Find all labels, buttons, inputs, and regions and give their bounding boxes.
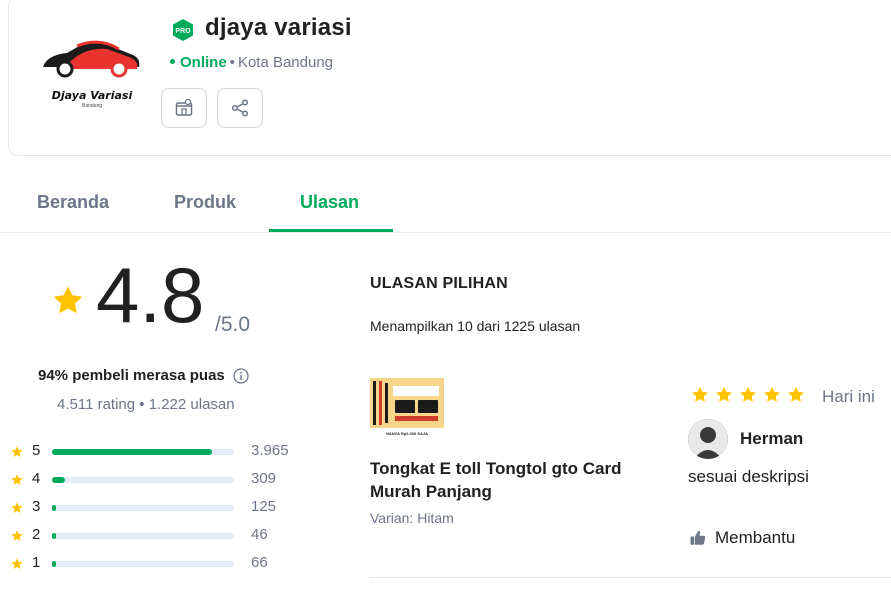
reviews-heading: ULASAN PILIHAN: [370, 275, 508, 292]
rating-row-bar: [52, 477, 234, 483]
tab-beranda[interactable]: Beranda: [37, 192, 109, 213]
rating-count: 4.511 rating • 1.222 ulasan: [57, 396, 235, 413]
reviews-summary: Menampilkan 10 dari 1225 ulasan: [370, 318, 581, 334]
small-star-icon: [11, 474, 23, 485]
product-variant: Varian: Hitam: [370, 510, 454, 526]
rating-row-bar-fill: [52, 505, 56, 511]
rating-max: /5.0: [215, 313, 251, 336]
rating-row-bar: [52, 561, 234, 567]
shop-location: Kota Bandung: [237, 54, 334, 71]
online-status: Online: [180, 54, 227, 71]
tab-produk[interactable]: Produk: [174, 192, 236, 213]
rating-row-count: 66: [251, 554, 268, 571]
star-icon: [692, 386, 708, 402]
rating-row-4[interactable]: 4 309: [10, 469, 310, 489]
rating-row-count: 309: [251, 470, 277, 487]
shop-header-card: Djaya Variasi Bandung PRO djaya variasi …: [8, 0, 891, 156]
rating-row-stars: 3: [32, 498, 41, 515]
star-icon: [788, 386, 804, 402]
shop-tabs: Beranda Produk Ulasan: [0, 170, 891, 233]
rating-row-count: 3.965: [251, 442, 289, 459]
small-star-icon: [11, 446, 23, 457]
rating-row-stars: 1: [32, 554, 41, 571]
rating-row-stars: 2: [32, 526, 41, 543]
logo-text: Djaya Variasi: [51, 89, 133, 102]
rating-row-1[interactable]: 1 66: [10, 553, 310, 573]
pro-badge-text: PRO: [175, 28, 191, 35]
product-title[interactable]: Tongkat E toll Tongtol gto Card Murah Pa…: [370, 457, 630, 503]
share-button[interactable]: [217, 88, 263, 128]
store-info-icon: [175, 98, 193, 116]
rating-value: 4.8: [96, 251, 205, 339]
online-dot-icon: [170, 58, 175, 64]
helpful-label: Membantu: [715, 528, 796, 547]
rating-row-bar: [52, 449, 234, 455]
rating-row-bar-fill: [52, 561, 56, 567]
small-star-icon: [11, 558, 23, 569]
rating-row-5[interactable]: 5 3.965: [10, 441, 310, 461]
shop-status-line: Online • Kota Bandung: [170, 54, 333, 71]
avatar-image: [688, 419, 728, 459]
info-icon[interactable]: [233, 367, 249, 384]
review-text: sesuai deskripsi: [688, 467, 809, 486]
shop-name: djaya variasi: [205, 14, 352, 41]
product-thumb-caption: HANYA Rp2.000 SAJA: [386, 431, 428, 436]
satisfaction-label: 94% pembeli merasa puas: [38, 367, 225, 384]
rating-row-bar-fill: [52, 533, 56, 539]
satisfaction-text: 94% pembeli merasa puas: [38, 367, 249, 384]
rating-star-icon: [54, 287, 82, 313]
car-logo-icon: [43, 40, 140, 78]
rating-row-3[interactable]: 3 125: [10, 497, 310, 517]
logo-subtext: Bandung: [81, 103, 103, 109]
rating-row-count: 46: [251, 526, 268, 543]
small-star-icon: [11, 502, 23, 513]
rating-row-stars: 5: [32, 442, 41, 459]
shop-info-button[interactable]: [161, 88, 207, 128]
active-tab-indicator: [269, 229, 393, 232]
rating-row-2[interactable]: 2 46: [10, 525, 310, 545]
review-time: Hari ini: [822, 387, 875, 406]
rating-row-bar-fill: [52, 477, 65, 483]
rating-row-stars: 4: [32, 470, 41, 487]
reviewer-name: Herman: [740, 429, 804, 448]
star-icon: [716, 386, 732, 402]
thumbs-up-icon: [690, 531, 706, 545]
shop-logo[interactable]: Djaya Variasi Bandung: [37, 33, 147, 123]
star-icon: [764, 386, 780, 402]
reviewer-avatar[interactable]: [688, 419, 728, 459]
helpful-button[interactable]: Membantu: [689, 528, 795, 548]
star-icon: [740, 386, 756, 402]
product-thumbnail[interactable]: HANYA Rp2.000 SAJA: [370, 378, 444, 440]
separator-dot: •: [229, 54, 235, 71]
rating-row-bar-fill: [52, 449, 212, 455]
small-star-icon: [11, 530, 23, 541]
pro-badge-icon: PRO: [173, 19, 193, 41]
tab-ulasan[interactable]: Ulasan: [300, 192, 359, 213]
rating-row-bar: [52, 505, 234, 511]
rating-row-count: 125: [251, 498, 277, 515]
rating-row-bar: [52, 533, 234, 539]
review-divider: [370, 577, 891, 578]
review-stars: [690, 385, 806, 405]
share-icon: [231, 99, 249, 117]
